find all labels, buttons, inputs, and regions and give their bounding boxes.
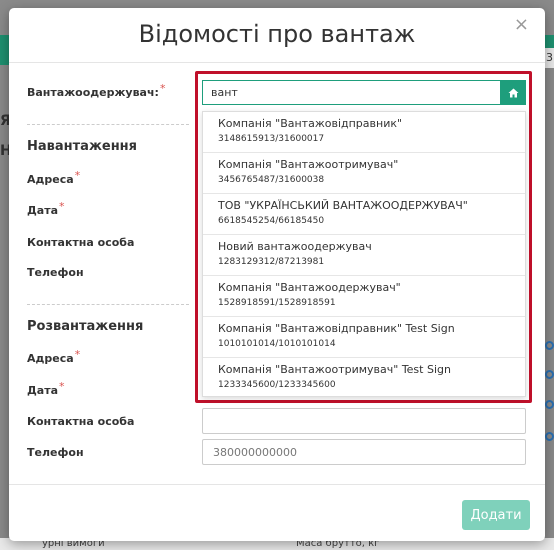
unloading-address-label: Адреса* [27,348,80,365]
add-button[interactable]: Додати [462,500,530,530]
dropdown-item-code: 1528918591/1528918591 [218,298,336,308]
background-radio [545,370,554,379]
home-button[interactable] [500,80,526,105]
required-mark: * [59,200,65,213]
unloading-contact-label: Контактна особа [27,415,135,428]
dropdown-item-name: Новий вантажоодержувач [218,240,372,253]
background-tab: 3 [544,48,554,68]
section-divider [27,124,189,125]
loading-address-label-text: Адреса [27,173,74,186]
consignee-search [202,80,526,105]
required-mark: * [159,82,166,95]
consignee-dropdown: Компанія "Вантажовідправник" 3148615913/… [202,111,526,397]
dropdown-item[interactable]: Новий вантажоодержувач 1283129312/872139… [203,235,525,276]
loading-date-label: Дата* [27,200,65,217]
loading-date-label-text: Дата [27,204,59,217]
dropdown-item-code: 1233345600/1233345600 [218,380,336,390]
modal-title: Відомості про вантаж [138,20,416,48]
consignee-label: Вантажоодержувач:* [27,82,165,99]
dropdown-item-code: 1010101014/1010101014 [218,339,336,349]
dropdown-item-name: Компанія "Вантажовідправник" Test Sign [218,322,455,335]
dropdown-item[interactable]: Компанія "Вантажовідправник" Test Sign 1… [203,317,525,358]
unloading-address-label-text: Адреса [27,352,74,365]
loading-contact-label: Контактна особа [27,236,135,249]
unloading-phone-label: Телефон [27,446,84,459]
dropdown-item-name: Компанія "Вантажоодержувач" [218,281,401,294]
required-mark: * [74,169,81,182]
unloading-date-label: Дата* [27,380,65,397]
required-mark: * [74,348,81,361]
modal-footer: Додати [9,484,545,541]
dropdown-item-code: 6618545254/66185450 [218,216,325,226]
background-radio [545,400,554,409]
close-button[interactable]: × [514,16,529,34]
background-radio [545,432,554,441]
unloading-phone-input[interactable]: 380000000000 [202,439,526,465]
unloading-contact-input[interactable] [202,408,526,434]
home-icon [508,88,518,97]
unloading-section-title: Розвантаження [27,319,144,334]
loading-phone-label: Телефон [27,266,84,279]
dropdown-item[interactable]: Компанія "Вантажоотримувач" Test Sign 12… [203,358,525,396]
loading-address-label: Адреса* [27,169,80,186]
dropdown-item[interactable]: Компанія "Вантажовідправник" 3148615913/… [203,112,525,153]
dropdown-item[interactable]: ТОВ "УКРАЇНСЬКИЙ ВАНТАЖООДЕРЖУВАЧ" 66185… [203,194,525,235]
consignee-label-text: Вантажоодержувач: [27,86,159,99]
cargo-info-modal: Відомості про вантаж × Вантажоодержувач:… [9,8,545,541]
background-radio [545,341,554,350]
dropdown-item[interactable]: Компанія "Вантажоотримувач" 3456765487/3… [203,153,525,194]
modal-header: Відомості про вантаж × [9,8,545,63]
dropdown-item-name: Компанія "Вантажоотримувач" Test Sign [218,363,451,376]
consignee-search-input[interactable] [202,80,501,105]
dropdown-item-name: Компанія "Вантажовідправник" [218,117,403,130]
required-mark: * [59,380,65,393]
loading-section-title: Навантаження [27,139,138,154]
background-tab-text: 3 [546,51,553,64]
unloading-date-label-text: Дата [27,384,59,397]
section-divider [27,304,189,305]
dropdown-item-name: ТОВ "УКРАЇНСЬКИЙ ВАНТАЖООДЕРЖУВАЧ" [218,199,468,212]
dropdown-item-name: Компанія "Вантажоотримувач" [218,158,399,171]
dropdown-item-code: 3148615913/31600017 [218,134,325,144]
dropdown-item-code: 1283129312/87213981 [218,257,325,267]
dropdown-item-code: 3456765487/31600038 [218,175,325,185]
dropdown-item[interactable]: Компанія "Вантажоодержувач" 1528918591/1… [203,276,525,317]
